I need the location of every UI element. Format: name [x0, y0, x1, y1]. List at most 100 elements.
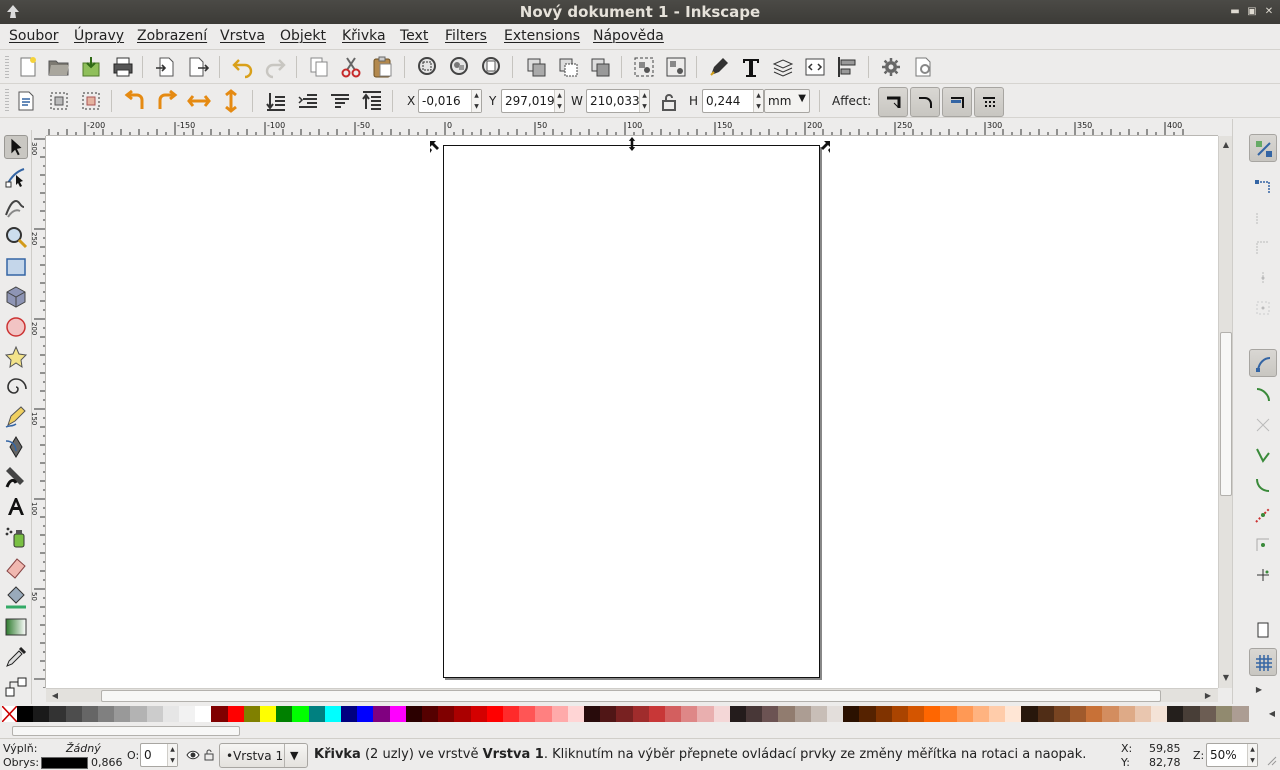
color-swatch[interactable]	[972, 706, 990, 722]
color-swatch[interactable]	[940, 706, 958, 722]
color-swatch[interactable]	[162, 706, 180, 722]
color-swatch[interactable]	[292, 706, 310, 722]
color-swatch[interactable]	[535, 706, 553, 722]
color-swatch[interactable]	[49, 706, 67, 722]
color-swatch[interactable]	[859, 706, 877, 722]
print-icon[interactable]	[111, 55, 135, 79]
snap-bbox-centers-toggle[interactable]	[1249, 294, 1277, 322]
zoom-drawing-icon[interactable]	[448, 55, 472, 79]
affect-gradients-toggle[interactable]	[942, 87, 972, 117]
color-swatch[interactable]	[778, 706, 796, 722]
color-swatch[interactable]	[746, 706, 763, 722]
text-font-icon[interactable]	[739, 55, 763, 79]
color-swatch[interactable]	[924, 706, 942, 722]
color-swatch[interactable]	[1232, 706, 1249, 722]
lock-ratio-icon[interactable]	[657, 90, 676, 111]
paste-icon[interactable]	[371, 55, 395, 79]
xml-editor-icon[interactable]	[803, 55, 827, 79]
rotate-ccw-icon[interactable]	[123, 89, 147, 113]
color-swatch[interactable]	[616, 706, 634, 722]
color-swatch[interactable]	[519, 706, 537, 722]
color-swatch[interactable]	[486, 706, 504, 722]
open-icon[interactable]	[47, 55, 71, 79]
toolbar-grip[interactable]	[5, 56, 9, 80]
palette-scrollbar[interactable]	[0, 724, 1280, 739]
raise-to-top-icon[interactable]	[360, 89, 384, 113]
zoom-tool-icon[interactable]	[4, 225, 28, 249]
color-swatch[interactable]	[1199, 706, 1217, 722]
y-spin-arrows-icon[interactable]: ▲ ▼	[554, 90, 564, 112]
zoom-page-icon[interactable]	[480, 55, 504, 79]
color-swatch[interactable]	[908, 706, 925, 722]
menu-zobrazeni[interactable]: Zobrazení	[137, 28, 207, 44]
group-icon[interactable]	[632, 55, 656, 79]
drawing-canvas[interactable]	[46, 136, 1218, 688]
snap-nodes-toggle[interactable]	[1249, 349, 1277, 377]
color-swatch[interactable]	[1183, 706, 1201, 722]
color-swatch[interactable]	[389, 706, 407, 722]
color-swatch[interactable]	[632, 706, 650, 722]
color-swatch[interactable]	[503, 706, 520, 722]
w-input[interactable]: 210,033 ▲ ▼	[586, 89, 650, 113]
star-tool-icon[interactable]	[4, 345, 28, 369]
color-swatch[interactable]	[681, 706, 699, 722]
duplicate-icon[interactable]	[524, 55, 548, 79]
document-properties-icon[interactable]	[911, 55, 935, 79]
y-input[interactable]: 297,019 ▲ ▼	[501, 89, 565, 113]
color-swatch[interactable]	[648, 706, 666, 722]
color-swatch[interactable]	[357, 706, 375, 722]
undo-icon[interactable]	[231, 55, 255, 79]
redo-icon[interactable]	[263, 55, 287, 79]
selector-tool-icon[interactable]	[4, 135, 28, 159]
color-swatch[interactable]	[422, 706, 439, 722]
horizontal-ruler[interactable]: -200 -150 -100 -50 0 50 100 150 200 250 300 350 400	[46, 119, 1218, 136]
rectangle-tool-icon[interactable]	[4, 255, 28, 279]
enable-snapping-toggle[interactable]	[1249, 134, 1277, 162]
affect-stroke-width-toggle[interactable]	[878, 87, 908, 117]
color-swatch[interactable]	[179, 706, 196, 722]
zoom-spin-arrows-icon[interactable]: ▲ ▼	[1247, 744, 1257, 766]
color-swatch[interactable]	[98, 706, 115, 722]
palette-scroll-thumb[interactable]	[12, 726, 240, 736]
color-swatch[interactable]	[81, 706, 99, 722]
ungroup-icon[interactable]	[664, 55, 688, 79]
select-all-icon[interactable]	[14, 89, 38, 113]
connector-tool-icon[interactable]	[4, 675, 28, 699]
eraser-tool-icon[interactable]	[4, 555, 28, 579]
color-swatch[interactable]	[438, 706, 456, 722]
color-swatch[interactable]	[65, 706, 83, 722]
snap-cusp-nodes-toggle[interactable]	[1249, 441, 1277, 469]
no-paint-swatch-icon[interactable]	[2, 706, 17, 722]
color-swatch[interactable]	[324, 706, 342, 722]
color-swatch[interactable]	[843, 706, 861, 722]
color-swatch[interactable]	[989, 706, 1006, 722]
w-spin-arrows-icon[interactable]: ▲ ▼	[639, 90, 649, 112]
palette-menu-icon[interactable]: ◀	[1266, 708, 1278, 720]
new-document-icon[interactable]	[16, 55, 40, 79]
paint-bucket-tool-icon[interactable]	[4, 585, 28, 609]
menu-napoveda[interactable]: Nápověda	[593, 28, 664, 44]
import-icon[interactable]	[79, 55, 103, 79]
color-swatch[interactable]	[405, 706, 423, 722]
deselect-icon[interactable]	[79, 89, 103, 113]
color-swatch[interactable]	[1151, 706, 1168, 722]
color-swatch[interactable]	[276, 706, 294, 722]
snap-line-midpoints-toggle[interactable]	[1249, 501, 1277, 529]
snap-page-border-toggle[interactable]	[1249, 616, 1277, 644]
color-swatch[interactable]	[1167, 706, 1185, 722]
color-swatch[interactable]	[211, 706, 229, 722]
color-swatch[interactable]	[713, 706, 731, 722]
lower-to-bottom-icon[interactable]	[264, 89, 288, 113]
color-swatch[interactable]	[827, 706, 844, 722]
horizontal-scroll-thumb[interactable]	[101, 690, 1161, 702]
color-swatch[interactable]	[1118, 706, 1136, 722]
h-spin-arrows-icon[interactable]: ▲ ▼	[753, 90, 763, 112]
menu-krivka[interactable]: Křivka	[342, 28, 386, 44]
color-swatch[interactable]	[341, 706, 358, 722]
scroll-up-icon[interactable]: ▲	[1220, 139, 1232, 151]
node-tool-icon[interactable]	[4, 165, 28, 189]
snap-bbox-toggle[interactable]	[1249, 174, 1277, 202]
color-swatch[interactable]	[551, 706, 569, 722]
color-swatch[interactable]	[891, 706, 909, 722]
3dbox-tool-icon[interactable]	[4, 285, 28, 309]
